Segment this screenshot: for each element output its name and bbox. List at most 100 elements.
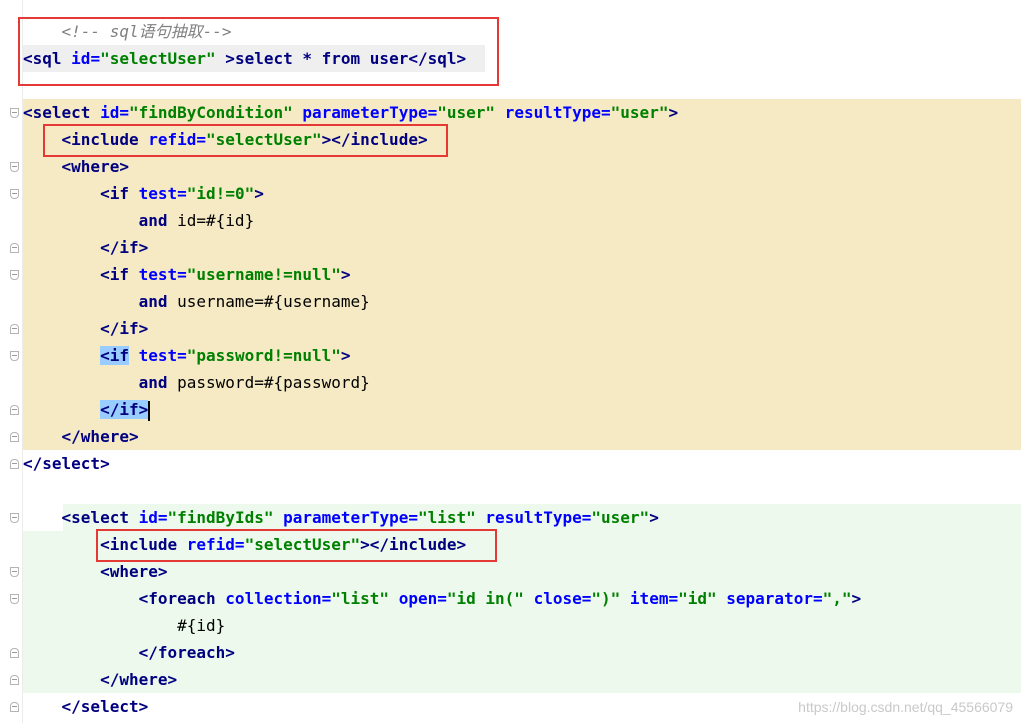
xml-tag: <if xyxy=(100,184,129,203)
xml-attr: refid= xyxy=(186,535,245,554)
code-line[interactable]: </if> xyxy=(23,234,148,261)
code-line[interactable]: and id=#{id} xyxy=(23,207,255,234)
xml-value: "user" xyxy=(437,103,496,122)
fold-icon[interactable] xyxy=(10,108,19,118)
xml-attr: item= xyxy=(629,589,679,608)
xml-tag: > xyxy=(649,508,659,527)
xml-tag: <foreach xyxy=(138,589,216,608)
xml-tag: </where> xyxy=(100,670,178,689)
xml-value: "id!=0" xyxy=(186,184,255,203)
watermark: https://blog.csdn.net/qq_45566079 xyxy=(798,699,1013,715)
xml-attr: separator= xyxy=(726,589,823,608)
xml-tag: <include xyxy=(100,535,178,554)
code-line[interactable]: <if test="username!=null"> xyxy=(23,261,351,288)
xml-value: "selectUser" xyxy=(100,49,216,68)
xml-attr: resultType= xyxy=(504,103,611,122)
code-line[interactable]: <!-- sql语句抽取--> xyxy=(23,18,232,45)
fold-icon[interactable] xyxy=(10,432,19,442)
comment: --> xyxy=(202,22,232,41)
xml-attr: id= xyxy=(100,103,129,122)
fold-icon[interactable] xyxy=(10,459,19,469)
xml-value: "findByCondition" xyxy=(128,103,293,122)
code-line[interactable]: #{id} xyxy=(23,612,225,639)
xml-tag: </where> xyxy=(61,427,139,446)
sql-text: username=#{username} xyxy=(167,292,370,311)
fold-icon[interactable] xyxy=(10,351,19,361)
code-line[interactable]: </foreach> xyxy=(23,639,235,666)
fold-icon[interactable] xyxy=(10,243,19,253)
xml-tag: </if> xyxy=(100,319,149,338)
code-line[interactable]: <foreach collection="list" open="id in("… xyxy=(23,585,862,612)
xml-tag: ></include> xyxy=(321,130,428,149)
code-line[interactable]: </where> xyxy=(23,666,177,693)
code-editor[interactable]: <!-- sql语句抽取--> <sql id="selectUser" >se… xyxy=(0,0,1021,723)
xml-attr: parameterType= xyxy=(302,103,438,122)
sql-text: password=#{password} xyxy=(167,373,370,392)
code-line[interactable]: </if> xyxy=(23,396,151,423)
code-line[interactable]: </if> xyxy=(23,315,148,342)
xml-tag: <select xyxy=(23,103,91,122)
xml-value: "password!=null" xyxy=(186,346,341,365)
xml-tag: <select xyxy=(61,508,129,527)
xml-attr: resultType= xyxy=(485,508,592,527)
code-line[interactable]: <where> xyxy=(23,558,168,585)
code-line[interactable]: <select id="findByCondition" parameterTy… xyxy=(23,99,678,126)
code-line[interactable]: <select id="findByIds" parameterType="li… xyxy=(23,504,659,531)
text-caret xyxy=(148,400,151,421)
xml-value: "selectUser" xyxy=(206,130,322,149)
comment: 语句抽取 xyxy=(138,22,203,41)
sql-text: id=#{id} xyxy=(167,211,255,230)
xml-tag: <where> xyxy=(100,562,168,581)
sql-keyword: and xyxy=(138,211,168,230)
fold-icon[interactable] xyxy=(10,594,19,604)
fold-icon[interactable] xyxy=(10,324,19,334)
xml-value: "id in(" xyxy=(446,589,524,608)
sql-keyword: and xyxy=(138,292,168,311)
xml-tag: </select> xyxy=(61,697,149,716)
xml-value: "list" xyxy=(417,508,476,527)
xml-attr: test= xyxy=(138,265,187,284)
fold-icon[interactable] xyxy=(10,648,19,658)
sql-text: #{id} xyxy=(177,616,226,635)
fold-icon[interactable] xyxy=(10,189,19,199)
xml-value: "selectUser" xyxy=(244,535,361,554)
xml-value: "user" xyxy=(591,508,650,527)
code-line[interactable]: </where> xyxy=(23,423,139,450)
fold-icon[interactable] xyxy=(10,405,19,415)
xml-tag: </foreach> xyxy=(138,643,235,662)
comment: <!-- sql xyxy=(61,22,139,41)
code-line[interactable]: <where> xyxy=(23,153,129,180)
fold-icon[interactable] xyxy=(10,702,19,712)
xml-tag: > xyxy=(215,49,235,68)
code-line[interactable]: </select> xyxy=(23,450,110,477)
code-line[interactable]: and username=#{username} xyxy=(23,288,370,315)
xml-attr: id= xyxy=(71,49,101,68)
code-line[interactable]: <include refid="selectUser"></include> xyxy=(23,531,466,558)
xml-attr: test= xyxy=(138,346,187,365)
xml-tag: <where> xyxy=(61,157,129,176)
xml-tag: > xyxy=(340,265,351,284)
xml-attr: id= xyxy=(138,508,168,527)
fold-icon[interactable] xyxy=(10,270,19,280)
code-line[interactable]: <if test="password!=null"> xyxy=(23,342,351,369)
fold-icon[interactable] xyxy=(10,567,19,577)
xml-attr: open= xyxy=(398,589,447,608)
xml-tag: </sql> xyxy=(408,49,467,68)
xml-attr: parameterType= xyxy=(283,508,418,527)
xml-value: "username!=null" xyxy=(186,265,341,284)
xml-tag: <sql xyxy=(23,49,62,68)
xml-tag: > xyxy=(851,589,862,608)
code-line[interactable]: </select> xyxy=(23,693,149,720)
fold-icon[interactable] xyxy=(10,162,19,172)
fold-icon[interactable] xyxy=(10,513,19,523)
current-line-highlight xyxy=(23,396,1021,423)
xml-tag: > xyxy=(668,103,679,122)
xml-attr: refid= xyxy=(148,130,207,149)
code-line[interactable]: <if test="id!=0"> xyxy=(23,180,264,207)
xml-tag: > xyxy=(254,184,264,203)
xml-attr: test= xyxy=(138,184,187,203)
code-line[interactable]: <sql id="selectUser" >select * from user… xyxy=(23,45,466,72)
fold-icon[interactable] xyxy=(10,675,19,685)
code-line[interactable]: and password=#{password} xyxy=(23,369,370,396)
code-line[interactable]: <include refid="selectUser"></include> xyxy=(23,126,428,153)
